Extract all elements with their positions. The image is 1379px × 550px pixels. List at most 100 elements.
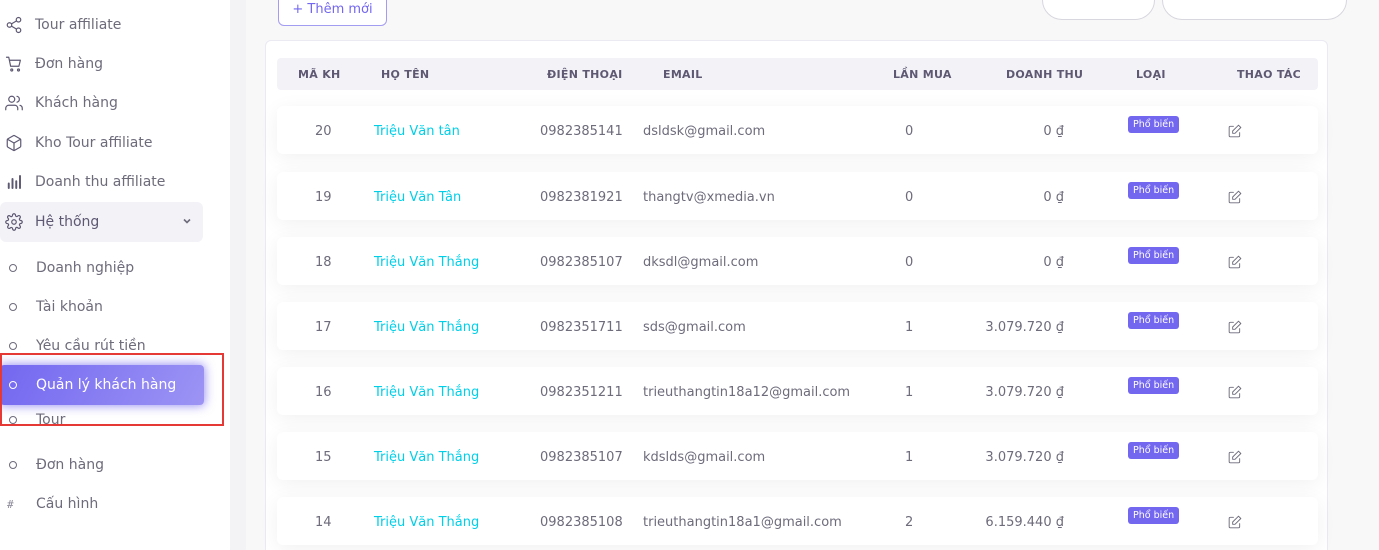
- customer-email: trieuthangtin18a1@gmail.com: [643, 515, 842, 530]
- customer-name-link[interactable]: Triệu Văn Thắng: [374, 255, 479, 270]
- revenue-value: 0 ₫: [1043, 190, 1064, 205]
- purchase-count: 2: [905, 515, 914, 530]
- circle-icon: [9, 264, 17, 272]
- sidebar-subitem-tour[interactable]: Tour: [0, 409, 210, 437]
- sidebar-subitem-orders[interactable]: Đơn hàng: [0, 447, 210, 483]
- customer-phone: 0982385141: [540, 124, 623, 139]
- customer-email: sds@gmail.com: [643, 320, 746, 335]
- column-header-type[interactable]: LOẠI: [1136, 68, 1166, 81]
- column-header-actions[interactable]: THAO TÁC: [1237, 68, 1301, 81]
- purchase-count: 1: [905, 320, 914, 335]
- edit-icon[interactable]: [1228, 254, 1242, 269]
- circle-icon: [9, 381, 17, 389]
- purchase-count: 1: [905, 385, 914, 400]
- status-badge: Phổ biến: [1128, 507, 1180, 524]
- sidebar-subitem-withdraw-requests[interactable]: Yêu cầu rút tiền: [0, 328, 210, 364]
- customer-name-link[interactable]: Triệu Văn Thắng: [374, 385, 479, 400]
- sidebar-subitem-business[interactable]: Doanh nghiệp: [0, 250, 210, 286]
- chevron-down-icon: [181, 215, 193, 227]
- sidebar-subitem-label: Tour: [36, 412, 66, 428]
- customer-name-link[interactable]: Triệu Văn Thắng: [374, 515, 479, 530]
- hash-icon: #: [7, 497, 14, 511]
- sidebar-item-label: Đơn hàng: [35, 56, 103, 72]
- sidebar-subitem-label: Doanh nghiệp: [36, 260, 135, 276]
- edit-icon[interactable]: [1228, 384, 1242, 399]
- purchase-count: 0: [905, 255, 914, 270]
- column-header-revenue[interactable]: DOANH THU: [1006, 68, 1083, 81]
- customer-name-link[interactable]: Triệu Văn tân: [374, 124, 460, 139]
- status-badge: Phổ biến: [1128, 182, 1180, 199]
- sidebar-item-customers[interactable]: Khách hàng: [0, 87, 215, 119]
- customer-name-link[interactable]: Triệu Văn Thắng: [374, 450, 479, 465]
- sidebar-item-tour-affiliate[interactable]: Tour affiliate: [0, 9, 215, 41]
- sidebar-item-affiliate-revenue[interactable]: Doanh thu affiliate: [0, 166, 215, 198]
- page-size-select[interactable]: [1042, 0, 1155, 20]
- column-header-name[interactable]: HỌ TÊN: [381, 68, 429, 81]
- customer-id: 20: [315, 124, 332, 139]
- edit-icon[interactable]: [1228, 319, 1242, 334]
- package-icon: [4, 133, 24, 153]
- sidebar-subitem-label: Cấu hình: [36, 496, 99, 512]
- users-icon: [4, 93, 24, 113]
- circle-icon: [9, 461, 17, 469]
- column-header-purchases[interactable]: LẦN MUA: [893, 68, 952, 81]
- status-badge: Phổ biến: [1128, 116, 1180, 133]
- status-badge: Phổ biến: [1128, 442, 1180, 459]
- revenue-value: 0 ₫: [1043, 124, 1064, 139]
- sidebar-item-label: Doanh thu affiliate: [35, 174, 166, 190]
- edit-icon[interactable]: [1228, 123, 1242, 138]
- sidebar-subitem-label: Quản lý khách hàng: [36, 377, 177, 393]
- content-edge: [230, 0, 246, 550]
- customer-id: 14: [315, 515, 332, 530]
- status-badge: Phổ biến: [1128, 312, 1180, 329]
- customer-phone: 0982351711: [540, 320, 623, 335]
- circle-icon: [9, 303, 17, 311]
- customer-phone: 0982385108: [540, 515, 623, 530]
- column-header-email[interactable]: EMAIL: [663, 68, 703, 81]
- customer-email: dksdl@gmail.com: [643, 255, 759, 270]
- purchase-count: 1: [905, 450, 914, 465]
- edit-icon[interactable]: [1228, 189, 1242, 204]
- sidebar-item-orders[interactable]: Đơn hàng: [0, 48, 215, 80]
- sidebar-subitem-config[interactable]: # Cấu hình: [0, 486, 210, 522]
- revenue-value: 0 ₫: [1043, 255, 1064, 270]
- customer-phone: 0982385107: [540, 255, 623, 270]
- sidebar-group-system[interactable]: Hệ thống: [0, 202, 203, 242]
- settings-icon: [4, 212, 24, 232]
- bar-chart-icon: [4, 172, 24, 192]
- sidebar-subitem-customer-management[interactable]: Quản lý khách hàng: [0, 365, 204, 405]
- customer-email: dsldsk@gmail.com: [643, 124, 766, 139]
- sidebar-item-label: Kho Tour affiliate: [35, 135, 153, 151]
- revenue-value: 3.079.720 ₫: [985, 320, 1064, 335]
- sidebar-subitem-label: Đơn hàng: [36, 457, 104, 473]
- revenue-value: 6.159.440 ₫: [985, 515, 1064, 530]
- edit-icon[interactable]: [1228, 514, 1242, 529]
- sidebar-subitem-label: Tài khoản: [36, 299, 103, 315]
- sidebar-group-label: Hệ thống: [35, 214, 100, 230]
- sidebar-subitem-accounts[interactable]: Tài khoản: [0, 289, 210, 325]
- sidebar-item-label: Tour affiliate: [35, 17, 122, 33]
- column-header-phone[interactable]: ĐIỆN THOẠI: [547, 68, 623, 81]
- customer-name-link[interactable]: Triệu Văn Thắng: [374, 320, 479, 335]
- sidebar-subitem-label: Yêu cầu rút tiền: [36, 338, 146, 354]
- search-input[interactable]: [1162, 0, 1347, 20]
- revenue-value: 3.079.720 ₫: [985, 385, 1064, 400]
- revenue-value: 3.079.720 ₫: [985, 450, 1064, 465]
- edit-icon[interactable]: [1228, 449, 1242, 464]
- customer-id: 19: [315, 190, 332, 205]
- column-header-id[interactable]: MÃ KH: [298, 68, 341, 81]
- add-new-button[interactable]: + Thêm mới: [278, 0, 387, 26]
- customer-phone: 0982381921: [540, 190, 623, 205]
- customer-email: thangtv@xmedia.vn: [643, 190, 775, 205]
- customer-id: 15: [315, 450, 332, 465]
- sidebar-gutter: [215, 0, 230, 550]
- customer-email: trieuthangtin18a12@gmail.com: [643, 385, 851, 400]
- customer-phone: 0982351211: [540, 385, 623, 400]
- sidebar-item-label: Khách hàng: [35, 95, 118, 111]
- sidebar-item-tour-store[interactable]: Kho Tour affiliate: [0, 127, 215, 159]
- cart-icon: [4, 54, 24, 74]
- customer-name-link[interactable]: Triệu Văn Tân: [374, 190, 461, 205]
- circle-icon: [9, 342, 17, 350]
- customer-email: kdslds@gmail.com: [643, 450, 766, 465]
- status-badge: Phổ biến: [1128, 247, 1180, 264]
